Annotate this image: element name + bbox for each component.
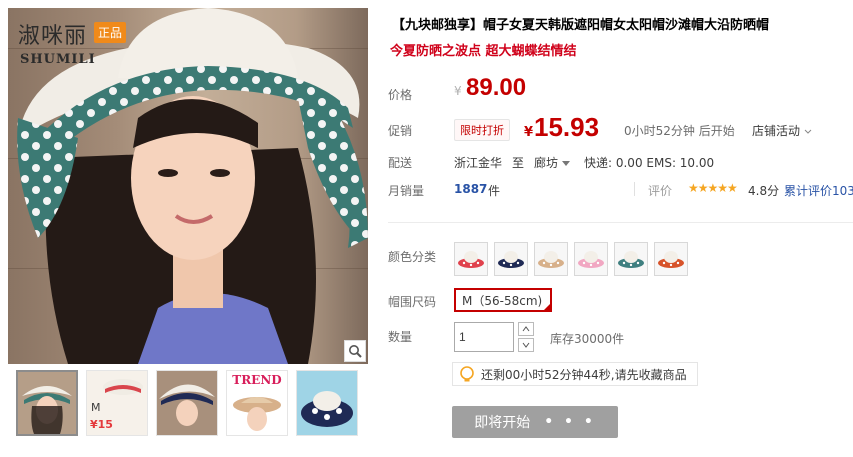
divider [634, 182, 635, 196]
favorite-reminder: 还剩00小时52分钟44秒,请先收藏商品 [452, 362, 698, 386]
chevron-up-icon [522, 326, 530, 332]
ship-destination-select[interactable]: 廊坊 [534, 154, 570, 171]
hat-icon [498, 251, 524, 268]
quantity-increase-button[interactable] [518, 322, 534, 336]
promo-price: 15.93 [534, 112, 600, 142]
chevron-down-icon [804, 129, 812, 134]
thumbnail-5[interactable] [296, 370, 358, 436]
rating-score: 4.8分 [748, 184, 780, 198]
monthly-sales-count: 1887 [454, 182, 488, 196]
thumbnail-2[interactable]: M ¥15 [86, 370, 148, 436]
selected-corner-icon [543, 303, 551, 311]
main-product-photo[interactable]: 淑咪丽 正品 SHUMILI [8, 8, 368, 364]
caret-down-icon [561, 161, 570, 166]
color-swatch-5[interactable] [614, 242, 648, 276]
size-option-label: M（56-58cm) [462, 293, 543, 308]
limited-discount-badge: 限时打折 [454, 119, 510, 141]
hat-icon [458, 251, 484, 268]
rating-label: 评价 [648, 184, 673, 198]
thumbnail-5-image [297, 371, 357, 435]
thumbnail-3[interactable] [156, 370, 218, 436]
promo-currency: ¥ [524, 125, 534, 140]
product-info-panel: 【九块邮独享】帽子女夏天韩版遮阳帽女太阳帽沙滩帽大沿防晒帽 今夏防晒之波点 超大… [378, 0, 853, 457]
size-label: 帽围尺码 [388, 295, 437, 309]
zoom-button[interactable] [344, 340, 366, 362]
color-swatch-4[interactable] [574, 242, 608, 276]
thumbnail-4[interactable]: TREND [226, 370, 288, 436]
product-title: 【九块邮独享】帽子女夏天韩版遮阳帽女太阳帽沙滩帽大沿防晒帽 [392, 18, 770, 33]
brand-name-en: SHUMILI [20, 52, 96, 67]
ship-destination-city: 廊坊 [534, 156, 559, 170]
size-option-selected[interactable]: M（56-58cm) [454, 288, 552, 312]
promo-label: 促销 [388, 124, 413, 138]
color-swatch-list [454, 242, 688, 276]
color-swatch-2[interactable] [494, 242, 528, 276]
lightbulb-icon [460, 366, 474, 382]
original-price: 89.00 [466, 74, 527, 101]
thumbnail-trend-label: TREND [232, 373, 282, 387]
hat-icon [618, 251, 644, 268]
coming-soon-button[interactable]: 即将开始 • • • [452, 406, 618, 438]
monthly-sales-unit: 件 [488, 184, 501, 198]
brand-name-cn: 淑咪丽 [18, 24, 88, 49]
total-reviews-link[interactable]: 累计评价103 [784, 182, 853, 199]
promo-countdown: 0小时52分钟 后开始 [624, 124, 735, 138]
star-rating-icon: ★★★★★ [688, 181, 738, 195]
price-currency: ¥ [454, 84, 462, 98]
thumbnail-1[interactable] [16, 370, 78, 436]
stock-info: 库存30000件 [550, 332, 625, 346]
brand-logo: 淑咪丽 正品 SHUMILI [18, 16, 138, 76]
ellipsis-icon: • • • [544, 414, 596, 430]
svg-text:M: M [91, 401, 101, 414]
ship-to-word: 至 [512, 156, 525, 170]
store-activity-label: 店铺活动 [752, 124, 801, 138]
hat-icon [578, 251, 604, 268]
thumbnail-3-image [157, 371, 217, 435]
store-activity-dropdown[interactable]: 店铺活动 [752, 122, 812, 139]
thumbnail-price: ¥15 [90, 418, 113, 431]
coming-soon-label: 即将开始 [474, 415, 531, 431]
thumbnail-1-image [18, 372, 76, 434]
thumbnail-strip: M ¥15 TREND [16, 370, 368, 440]
price-label: 价格 [388, 88, 413, 102]
quantity-decrease-button[interactable] [518, 338, 534, 352]
magnifier-icon [349, 345, 362, 358]
chevron-down-icon [522, 342, 530, 348]
shipping-fee: 快递: 0.00 EMS: 10.00 [584, 156, 715, 170]
color-swatch-1[interactable] [454, 242, 488, 276]
hat-icon [538, 251, 564, 268]
product-subtitle: 今夏防晒之波点 超大蝴蝶结情结 [390, 44, 577, 59]
authentic-badge: 正品 [94, 22, 127, 43]
quantity-label: 数量 [388, 330, 413, 344]
quantity-input[interactable] [454, 322, 514, 352]
favorite-reminder-text: 还剩00小时52分钟44秒,请先收藏商品 [481, 367, 687, 382]
color-swatch-6[interactable] [654, 242, 688, 276]
hat-icon [658, 251, 684, 268]
shipping-label: 配送 [388, 156, 413, 170]
monthly-sales-label: 月销量 [388, 184, 425, 198]
ship-from: 浙江金华 [454, 156, 503, 170]
color-label: 颜色分类 [388, 250, 437, 264]
section-divider [388, 222, 853, 223]
color-swatch-3[interactable] [534, 242, 568, 276]
